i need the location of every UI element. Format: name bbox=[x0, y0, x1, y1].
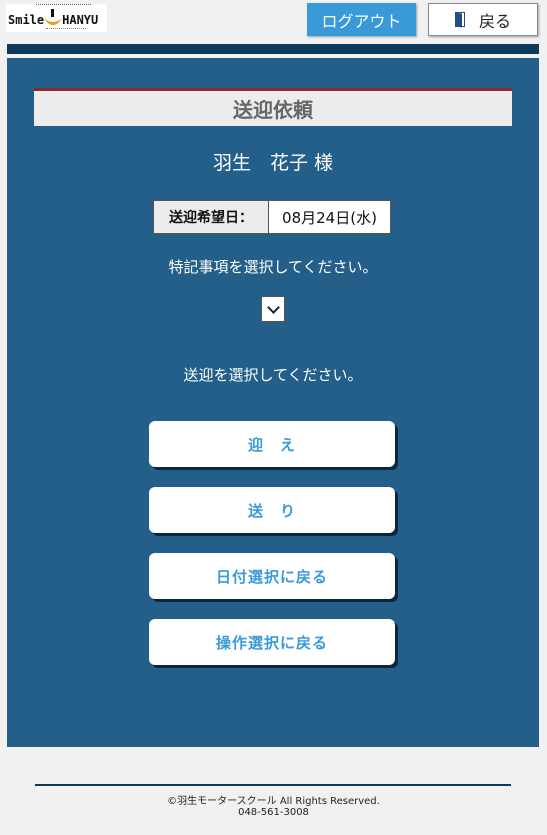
footer-phone: 048-561-3008 bbox=[238, 807, 309, 818]
special-note-select[interactable] bbox=[261, 296, 285, 322]
logo-text-left: Smile bbox=[8, 13, 45, 27]
logo: Smile HANYU bbox=[6, 4, 107, 32]
transfer-select-prompt: 送迎を選択してください。 bbox=[183, 366, 363, 384]
logo-subtagline bbox=[46, 28, 86, 31]
main-panel: 送迎依頼 羽生 花子 様 送迎希望日： 08月24日(水) 特記事項を選択してく… bbox=[7, 58, 539, 747]
pickup-date-row: 送迎希望日： 08月24日(水) bbox=[153, 200, 391, 234]
special-note-prompt: 特記事項を選択してください。 bbox=[168, 258, 378, 276]
footer-divider bbox=[35, 784, 511, 786]
back-to-operation-selection-button[interactable]: 操作選択に戻る bbox=[149, 619, 395, 665]
smile-icon bbox=[45, 9, 62, 25]
chevron-down-icon bbox=[266, 300, 280, 314]
logout-button[interactable]: ログアウト bbox=[307, 3, 416, 36]
page-title: 送迎依頼 bbox=[34, 88, 512, 126]
user-name: 羽生 花子 様 bbox=[212, 152, 334, 174]
back-button[interactable]: 戻る bbox=[428, 3, 538, 36]
door-icon bbox=[454, 12, 467, 28]
dropoff-button[interactable]: 送 り bbox=[149, 487, 395, 533]
logout-button-label: ログアウト bbox=[321, 11, 402, 31]
pickup-date-value: 08月24日(水) bbox=[269, 200, 391, 234]
pickup-date-label: 送迎希望日： bbox=[153, 200, 269, 234]
back-button-label: 戻る bbox=[478, 11, 511, 31]
logo-text: Smile HANYU bbox=[8, 9, 99, 27]
logo-tagline bbox=[36, 4, 91, 8]
pickup-button[interactable]: 迎 え bbox=[149, 421, 395, 467]
logo-text-right: HANYU bbox=[62, 13, 99, 27]
header-divider-bar bbox=[7, 44, 539, 54]
back-to-date-selection-button[interactable]: 日付選択に戻る bbox=[149, 553, 395, 599]
footer-copyright: ©羽生モータースクール All Rights Reserved. bbox=[167, 796, 380, 807]
